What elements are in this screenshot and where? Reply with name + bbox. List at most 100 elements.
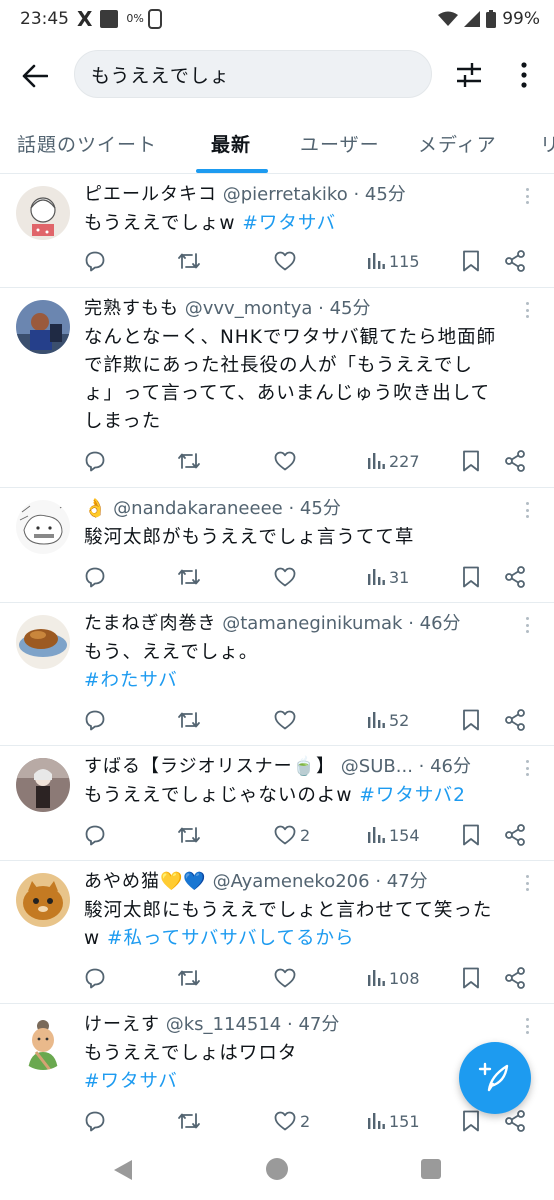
reply-button[interactable] xyxy=(84,248,106,274)
bookmark-button[interactable] xyxy=(462,448,480,474)
back-button[interactable] xyxy=(18,60,52,92)
nav-recents-icon[interactable] xyxy=(421,1159,441,1179)
user-handle[interactable]: @pierretakiko xyxy=(223,184,348,205)
reply-button[interactable] xyxy=(84,822,106,848)
display-name[interactable]: たまねぎ肉巻き xyxy=(84,613,216,634)
display-name[interactable]: 完熟すもも xyxy=(84,298,179,319)
overflow-menu-button[interactable] xyxy=(510,58,538,92)
like-button[interactable]: 2 xyxy=(274,822,310,848)
nav-back-icon[interactable] xyxy=(112,1158,134,1182)
share-button[interactable] xyxy=(504,965,526,991)
user-handle[interactable]: @nandakaraneeee xyxy=(113,498,283,519)
tweet[interactable]: 👌 @nandakaraneeee · 45分 駿河太郎がもうええでしょ言うてて… xyxy=(0,488,554,603)
hashtag-link[interactable]: #わたサバ xyxy=(84,667,532,695)
reply-button[interactable] xyxy=(84,1108,106,1134)
avatar[interactable] xyxy=(16,615,70,669)
tweet-actions: 52 xyxy=(84,707,544,733)
hashtag-link[interactable]: #ワタサバ xyxy=(242,213,336,234)
tweet-more-button[interactable] xyxy=(520,873,534,893)
retweet-button[interactable] xyxy=(177,564,201,590)
views-button[interactable]: 115 xyxy=(367,248,420,274)
user-handle[interactable]: @SUB... xyxy=(341,756,413,777)
hashtag-link[interactable]: #ワタサバ2 xyxy=(359,785,466,806)
reply-button[interactable] xyxy=(84,564,106,590)
user-handle[interactable]: @Ayameneko206 xyxy=(213,871,370,892)
tweet[interactable]: すばる【ラジオリスナー🍵】 @SUB... · 46分 もうええでしょじゃないの… xyxy=(0,746,554,861)
avatar[interactable] xyxy=(16,873,70,927)
reply-button[interactable] xyxy=(84,448,106,474)
tab-latest[interactable]: 最新 xyxy=(211,112,251,173)
views-button[interactable]: 31 xyxy=(367,564,409,590)
tab-media[interactable]: メディア xyxy=(418,112,497,173)
retweet-button[interactable] xyxy=(177,965,201,991)
views-button[interactable]: 52 xyxy=(367,707,409,733)
search-filter-button[interactable] xyxy=(452,58,486,92)
tab-lists[interactable]: リ xyxy=(540,112,554,173)
tweet-more-button[interactable] xyxy=(520,300,534,320)
views-button[interactable]: 227 xyxy=(367,448,420,474)
share-button[interactable] xyxy=(504,707,526,733)
tweet[interactable]: たまねぎ肉巻き @tamaneginikumak · 46分 もう、ええでしょ。… xyxy=(0,603,554,746)
watch-icon xyxy=(148,9,163,29)
nav-home-icon[interactable] xyxy=(266,1158,288,1180)
avatar[interactable] xyxy=(16,300,70,354)
bookmark-button[interactable] xyxy=(462,707,480,733)
bookmark-button[interactable] xyxy=(462,965,480,991)
user-handle[interactable]: @ks_114514 xyxy=(166,1014,282,1035)
tweet[interactable]: 完熟すもも @vvv_montya · 45分 なんとなーく、NHKでワタサバ観… xyxy=(0,288,554,488)
share-button[interactable] xyxy=(504,448,526,474)
display-name[interactable]: すばる【ラジオリスナー🍵】 xyxy=(84,756,335,777)
like-button[interactable] xyxy=(274,248,300,274)
tweet-more-button[interactable] xyxy=(520,1016,534,1036)
avatar[interactable] xyxy=(16,500,70,554)
share-button[interactable] xyxy=(504,248,526,274)
retweet-button[interactable] xyxy=(177,448,201,474)
avatar[interactable] xyxy=(16,1016,70,1070)
tab-users[interactable]: ユーザー xyxy=(300,112,380,173)
display-name[interactable]: ピエールタキコ xyxy=(84,184,217,205)
view-count: 227 xyxy=(389,451,420,471)
retweet-button[interactable] xyxy=(177,707,201,733)
like-button[interactable] xyxy=(274,564,300,590)
tweet-more-button[interactable] xyxy=(520,758,534,778)
bookmark-button[interactable] xyxy=(462,564,480,590)
tweet[interactable]: あやめ猫💛💙 @Ayameneko206 · 47分 駿河太郎にもうええでしょと… xyxy=(0,861,554,1004)
bookmark-button[interactable] xyxy=(462,248,480,274)
display-name[interactable]: けーえす xyxy=(84,1014,160,1035)
tweet-text: 駿河太郎がもうええでしょ言うてて草 xyxy=(84,527,415,548)
tweet-more-button[interactable] xyxy=(520,500,534,520)
share-button[interactable] xyxy=(504,1108,526,1134)
search-input[interactable]: もうええでしょ xyxy=(74,50,432,98)
bookmark-button[interactable] xyxy=(462,822,480,848)
views-button[interactable]: 151 xyxy=(367,1108,420,1134)
views-button[interactable]: 154 xyxy=(367,822,420,848)
tweet-time: 45分 xyxy=(299,498,341,519)
tab-top[interactable]: 話題のツイート xyxy=(17,112,157,173)
views-button[interactable]: 108 xyxy=(367,965,420,991)
like-button[interactable] xyxy=(274,965,300,991)
like-button[interactable] xyxy=(274,448,300,474)
avatar[interactable] xyxy=(16,758,70,812)
user-handle[interactable]: @tamaneginikumak xyxy=(222,613,402,634)
retweet-button[interactable] xyxy=(177,1108,201,1134)
hashtag-link[interactable]: #私ってサバサバしてるから xyxy=(107,928,355,949)
tweet-more-button[interactable] xyxy=(520,615,534,635)
reply-button[interactable] xyxy=(84,707,106,733)
user-handle[interactable]: @vvv_montya xyxy=(185,298,313,319)
display-name[interactable]: あやめ猫💛💙 xyxy=(84,871,207,892)
data-saver-indicator: 0% xyxy=(126,12,144,25)
compose-tweet-button[interactable] xyxy=(459,1042,531,1114)
share-button[interactable] xyxy=(504,822,526,848)
share-button[interactable] xyxy=(504,564,526,590)
tweet[interactable]: ピエールタキコ @pierretakiko · 45分 もうええでしょw #ワタ… xyxy=(0,174,554,288)
like-button[interactable]: 2 xyxy=(274,1108,310,1134)
tweet-more-button[interactable] xyxy=(520,186,534,206)
display-name[interactable]: 👌 xyxy=(84,498,107,519)
reply-button[interactable] xyxy=(84,965,106,991)
retweet-button[interactable] xyxy=(177,822,201,848)
like-button[interactable] xyxy=(274,707,300,733)
retweet-icon xyxy=(178,253,200,269)
bookmark-button[interactable] xyxy=(462,1108,480,1134)
retweet-button[interactable] xyxy=(177,248,201,274)
avatar[interactable] xyxy=(16,186,70,240)
